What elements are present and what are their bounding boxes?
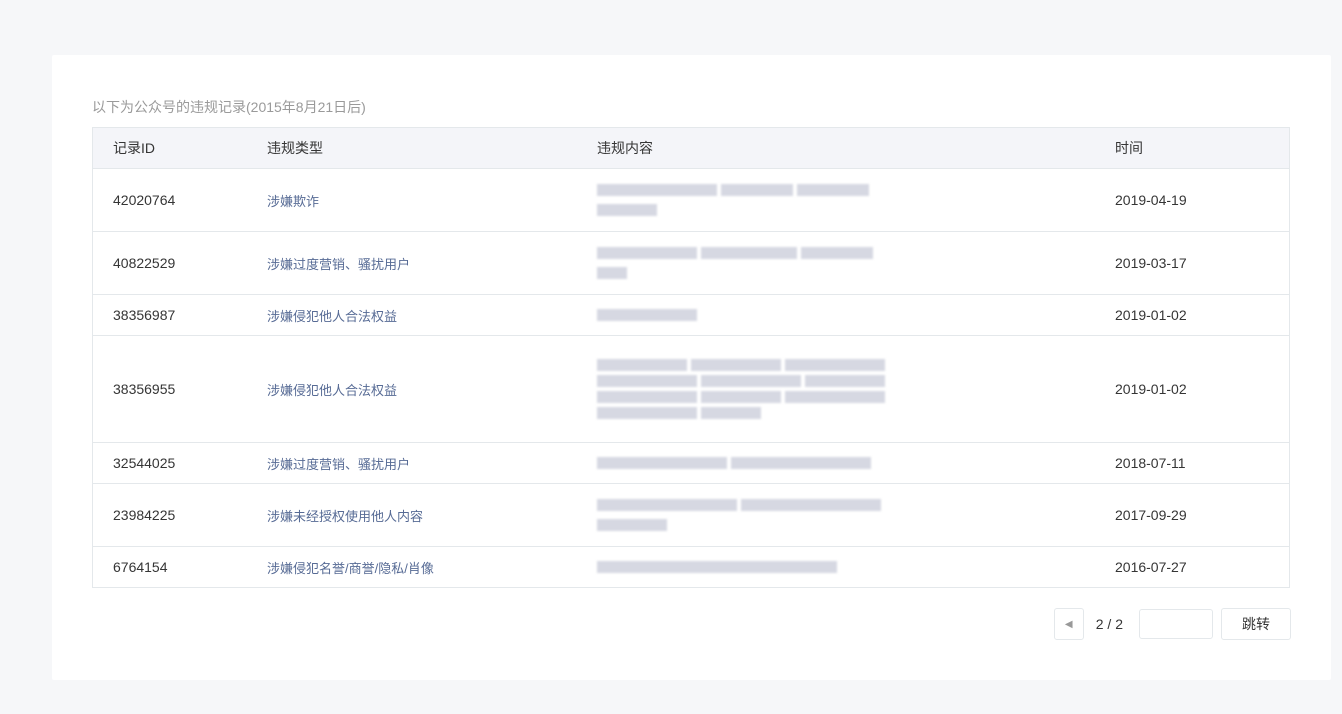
table-header: 记录ID 违规类型 违规内容 时间: [92, 127, 1290, 169]
header-content: 违规内容: [577, 127, 1095, 169]
page-jump-input[interactable]: [1139, 609, 1213, 639]
records-note: 以下为公众号的违规记录(2015年8月21日后): [92, 99, 366, 115]
violation-time: 2018-07-11: [1095, 442, 1290, 484]
violation-content-redacted: [577, 442, 1095, 484]
table-row: 23984225 涉嫌未经授权使用他人内容 2017-09-29: [92, 483, 1290, 547]
violation-content-redacted: [577, 546, 1095, 588]
violation-type: 涉嫌侵犯他人合法权益: [247, 335, 577, 443]
violation-time: 2019-03-17: [1095, 231, 1290, 295]
violation-type: 涉嫌过度营销、骚扰用户: [247, 442, 577, 484]
violation-content-redacted: [577, 231, 1095, 295]
page-indicator: 2 / 2: [1095, 616, 1123, 632]
record-id: 38356987: [92, 294, 247, 336]
violation-time: 2019-01-02: [1095, 335, 1290, 443]
violation-content-redacted: [577, 168, 1095, 232]
violation-content-redacted: [577, 294, 1095, 336]
table-row: 6764154 涉嫌侵犯名誉/商誉/隐私/肖像 2016-07-27: [92, 546, 1290, 588]
violation-type: 涉嫌欺诈: [247, 168, 577, 232]
header-id: 记录ID: [92, 127, 247, 169]
record-id: 42020764: [92, 168, 247, 232]
record-id: 38356955: [92, 335, 247, 443]
violation-content-redacted: [577, 335, 1095, 443]
table-row: 38356955 涉嫌侵犯他人合法权益 2019-01-02: [92, 335, 1290, 443]
header-type: 违规类型: [247, 127, 577, 169]
violation-type: 涉嫌侵犯名誉/商誉/隐私/肖像: [247, 546, 577, 588]
table-row: 42020764 涉嫌欺诈 2019-04-19: [92, 168, 1290, 232]
violation-type: 涉嫌未经授权使用他人内容: [247, 483, 577, 547]
caret-left-icon: ◀: [1064, 618, 1073, 630]
header-time: 时间: [1095, 127, 1290, 169]
violation-type: 涉嫌侵犯他人合法权益: [247, 294, 577, 336]
jump-button[interactable]: 跳转: [1221, 608, 1291, 640]
records-table: 记录ID 违规类型 违规内容 时间 42020764 涉嫌欺诈 2019-04-…: [92, 127, 1290, 588]
record-id: 40822529: [92, 231, 247, 295]
table-row: 40822529 涉嫌过度营销、骚扰用户 2019-03-17: [92, 231, 1290, 295]
prev-page-button[interactable]: ◀: [1053, 608, 1084, 640]
violation-time: 2019-04-19: [1095, 168, 1290, 232]
pagination: ◀ 2 / 2 跳转: [1053, 608, 1291, 640]
violation-type: 涉嫌过度营销、骚扰用户: [247, 231, 577, 295]
violation-time: 2019-01-02: [1095, 294, 1290, 336]
record-id: 32544025: [92, 442, 247, 484]
table-row: 38356987 涉嫌侵犯他人合法权益 2019-01-02: [92, 294, 1290, 336]
violation-content-redacted: [577, 483, 1095, 547]
violation-records-card: 以下为公众号的违规记录(2015年8月21日后) 记录ID 违规类型 违规内容 …: [52, 55, 1331, 680]
table-row: 32544025 涉嫌过度营销、骚扰用户 2018-07-11: [92, 442, 1290, 484]
record-id: 6764154: [92, 546, 247, 588]
violation-time: 2017-09-29: [1095, 483, 1290, 547]
record-id: 23984225: [92, 483, 247, 547]
violation-time: 2016-07-27: [1095, 546, 1290, 588]
